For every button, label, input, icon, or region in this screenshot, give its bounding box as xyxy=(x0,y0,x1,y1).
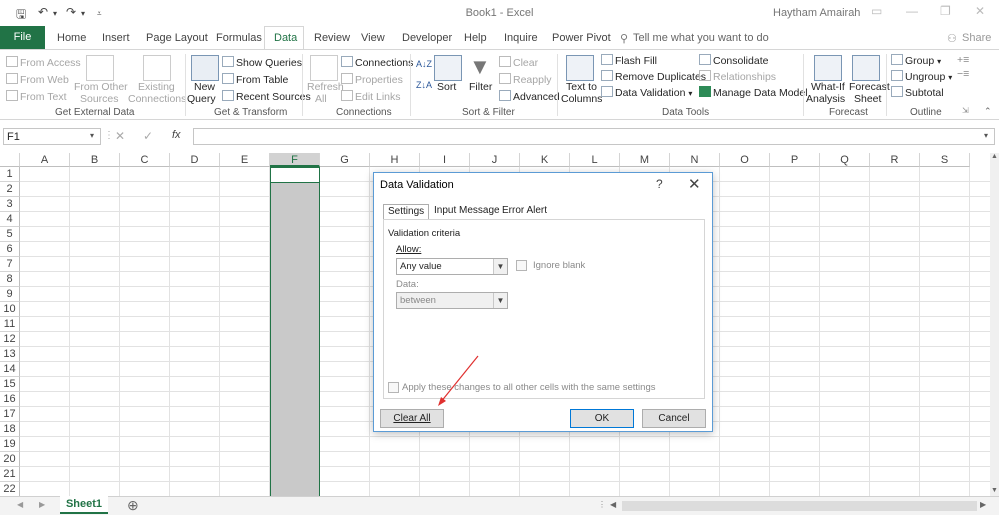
annotation-arrow xyxy=(438,355,479,406)
arrow-shaft xyxy=(439,355,479,404)
arrow-head xyxy=(438,397,446,406)
